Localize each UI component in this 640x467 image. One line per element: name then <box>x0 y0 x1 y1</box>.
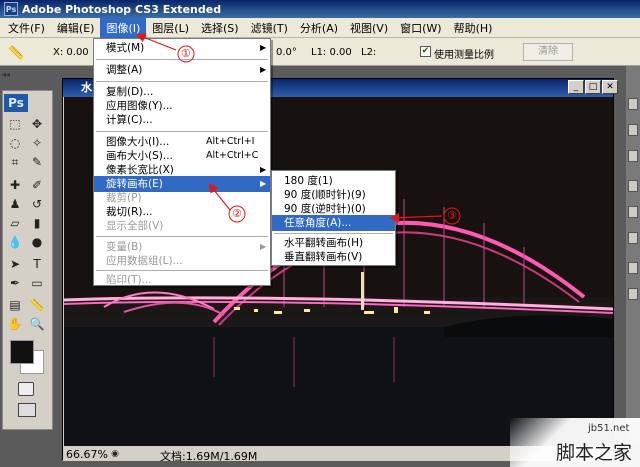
step-3-label: ③ <box>447 209 457 222</box>
tutorial-annotations <box>135 33 461 225</box>
watermark-text: 脚本之家 <box>556 442 633 464</box>
step-1-label: ① <box>181 47 191 60</box>
watermark-url: jb51.net <box>588 423 630 434</box>
step-2-label: ② <box>232 207 242 220</box>
